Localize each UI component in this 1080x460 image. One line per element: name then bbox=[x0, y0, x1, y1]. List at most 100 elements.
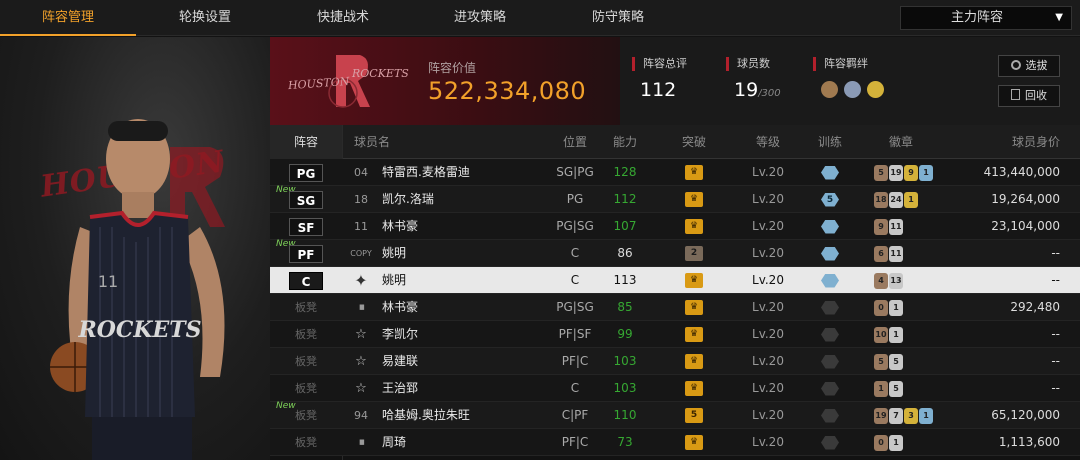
crown-icon[interactable]: ♛ bbox=[685, 300, 703, 315]
training-cell bbox=[810, 375, 850, 402]
lineup-slot: 板凳 bbox=[288, 402, 324, 429]
player-count-value: 19 bbox=[734, 79, 759, 101]
roster-row[interactable]: SF 11 林书豪 PG|SG 107 ♛ Lv.20 9 11 23,104,000 bbox=[270, 213, 1080, 240]
tab-defense-strategy[interactable]: 防守策略 bbox=[550, 0, 686, 36]
training-cell bbox=[810, 348, 850, 375]
badges-cell: 18 24 1 bbox=[874, 186, 964, 213]
badges-cell: 19 7 3 1 bbox=[874, 402, 964, 429]
col-salary: 球员身价 bbox=[1011, 135, 1060, 149]
star-outline-icon: ☆ bbox=[355, 354, 367, 369]
player-portrait-panel: HOUSTON ROCKETS 11 bbox=[0, 37, 270, 460]
player-ability: 103 bbox=[613, 381, 637, 395]
badge-count: 11 bbox=[889, 218, 903, 235]
badges-cell: 01 bbox=[874, 294, 964, 321]
badge-count: 9 bbox=[904, 164, 918, 181]
crown-icon[interactable]: ♛ bbox=[685, 165, 703, 180]
jersey-number: COPY bbox=[350, 249, 372, 258]
col-level: 等级 bbox=[755, 135, 780, 149]
training-hex-icon[interactable] bbox=[821, 354, 839, 369]
roster-row[interactable]: New SG 18 凯尔.洛瑞 PG 112 ♛ Lv.20 5 18 24 1 19,264,000 bbox=[270, 185, 1080, 213]
bond-icon-1[interactable] bbox=[821, 81, 838, 98]
training-hex-icon[interactable] bbox=[821, 300, 839, 315]
lineup-value-label: 阵容价值 bbox=[428, 61, 477, 75]
roster-row[interactable]: New 板凳 94 哈基姆.奥拉朱旺 C|PF 110 5 Lv.20 19 7 3 1 65,120,… bbox=[270, 401, 1080, 429]
tab-lineup-management[interactable]: 阵容管理 bbox=[0, 0, 136, 36]
star-outline-icon: ☆ bbox=[355, 327, 367, 342]
bench-label: 板凳 bbox=[295, 328, 317, 341]
badges-cell: 01 bbox=[874, 429, 964, 456]
player-name: 林书豪 bbox=[382, 300, 419, 314]
badges-cell: 5 19 9 1 bbox=[874, 159, 964, 186]
player-name: 凯尔.洛瑞 bbox=[382, 192, 434, 206]
recycle-button[interactable]: 回收 bbox=[998, 85, 1060, 107]
training-hex-icon[interactable] bbox=[821, 408, 839, 423]
roster-row[interactable]: C ✦ 姚明 C 113 ♛ Lv.20 4 13 -- bbox=[270, 267, 1080, 294]
crown-icon[interactable]: 5 bbox=[685, 408, 703, 423]
star-outline-icon: ☆ bbox=[355, 381, 367, 396]
crown-icon[interactable]: ♛ bbox=[685, 192, 703, 207]
bench-label: 板凳 bbox=[295, 301, 317, 314]
crown-icon[interactable]: ♛ bbox=[685, 219, 703, 234]
bond-icon-3[interactable] bbox=[867, 81, 884, 98]
jersey-number-text: 11 bbox=[98, 272, 118, 291]
lineup-select-value: 主力阵容 bbox=[951, 10, 1004, 25]
roster-row[interactable]: 板凳 ☆ 李凯尔 PF|SF 99 ♛ Lv.20 10 1 -- bbox=[270, 321, 1080, 348]
jersey-number: 94 bbox=[354, 409, 368, 422]
lineup-select[interactable]: 主力阵容 ▼ bbox=[900, 6, 1072, 30]
badges-cell: 9 11 bbox=[874, 213, 964, 240]
caret-down-icon: ▼ bbox=[1055, 12, 1063, 23]
training-hex-icon[interactable] bbox=[821, 219, 839, 234]
training-hex-icon[interactable] bbox=[821, 246, 839, 261]
player-count-label: 球员数 bbox=[726, 57, 781, 71]
player-salary: 65,120,000 bbox=[991, 408, 1060, 422]
crown-icon[interactable]: ♛ bbox=[685, 327, 703, 342]
bond-icon-2[interactable] bbox=[844, 81, 861, 98]
training-hex-icon[interactable] bbox=[821, 435, 839, 450]
badge-count: 10 bbox=[874, 326, 888, 343]
roster-row[interactable]: 板凳 ▮▮ 周琦 PF|C 73 ♛ Lv.20 0 1 1,113,600 bbox=[270, 429, 1080, 456]
crown-icon[interactable]: ♛ bbox=[685, 273, 703, 288]
crown-icon[interactable]: 2 bbox=[685, 246, 703, 261]
badge-count: 5 bbox=[889, 380, 903, 397]
breakthrough-cell: ♛ bbox=[674, 186, 714, 213]
crown-icon[interactable]: ♛ bbox=[685, 381, 703, 396]
training-hex-icon[interactable] bbox=[821, 273, 839, 288]
player-level: Lv.20 bbox=[752, 408, 784, 422]
lineup-slot: PF bbox=[288, 240, 324, 267]
badge-count: 11 bbox=[889, 245, 903, 262]
training-cell bbox=[810, 213, 850, 240]
bench-label: 板凳 bbox=[295, 409, 317, 422]
training-hex-icon[interactable]: 5 bbox=[821, 192, 839, 207]
tab-rotation-settings[interactable]: 轮换设置 bbox=[137, 0, 273, 36]
tab-offense-strategy[interactable]: 进攻策略 bbox=[412, 0, 548, 36]
badge-count: 0 bbox=[874, 299, 888, 316]
training-cell bbox=[810, 402, 850, 429]
roster-row[interactable]: New PF COPY 姚明 C 86 2 Lv.20 6 11 -- bbox=[270, 239, 1080, 267]
slot-position-badge: SF bbox=[289, 217, 323, 236]
breakthrough-cell: ♛ bbox=[674, 348, 714, 375]
bench-label: 板凳 bbox=[295, 436, 317, 449]
col-badges: 徽章 bbox=[888, 135, 913, 149]
badges-cell: 4 13 bbox=[874, 267, 964, 294]
crown-icon[interactable]: ♛ bbox=[685, 354, 703, 369]
pick-button[interactable]: 选拔 bbox=[998, 55, 1060, 77]
col-breakthrough: 突破 bbox=[681, 135, 706, 149]
crown-icon[interactable]: ♛ bbox=[685, 435, 703, 450]
player-salary: -- bbox=[1051, 381, 1060, 395]
training-hex-icon[interactable] bbox=[821, 381, 839, 396]
col-lineup: 阵容 bbox=[270, 125, 342, 159]
lineup-slot: 板凳 bbox=[288, 321, 324, 348]
bench-label: 板凳 bbox=[295, 382, 317, 395]
roster-row[interactable]: 板凳 ☆ 易建联 PF|C 103 ♛ Lv.20 5 5 -- bbox=[270, 348, 1080, 375]
tab-quick-tactics[interactable]: 快捷战术 bbox=[275, 0, 411, 36]
player-level: Lv.20 bbox=[752, 381, 784, 395]
training-cell: 5 bbox=[810, 186, 850, 213]
lineup-slot: 板凳 bbox=[288, 375, 324, 402]
lineup-rating-label: 阵容总评 bbox=[632, 57, 687, 71]
training-hex-icon[interactable] bbox=[821, 165, 839, 180]
roster-row[interactable]: 板凳 ☆ 王治郅 C 103 ♛ Lv.20 1 5 -- bbox=[270, 375, 1080, 402]
player-level: Lv.20 bbox=[752, 300, 784, 314]
roster-row[interactable]: PG 04 特雷西.麦格雷迪 SG|PG 128 ♛ Lv.20 5 19 9 1 413,440,0… bbox=[270, 159, 1080, 186]
roster-row[interactable]: 板凳 ▮▮ 林书豪 PG|SG 85 ♛ Lv.20 0 1 292,480 bbox=[270, 294, 1080, 321]
training-hex-icon[interactable] bbox=[821, 327, 839, 342]
